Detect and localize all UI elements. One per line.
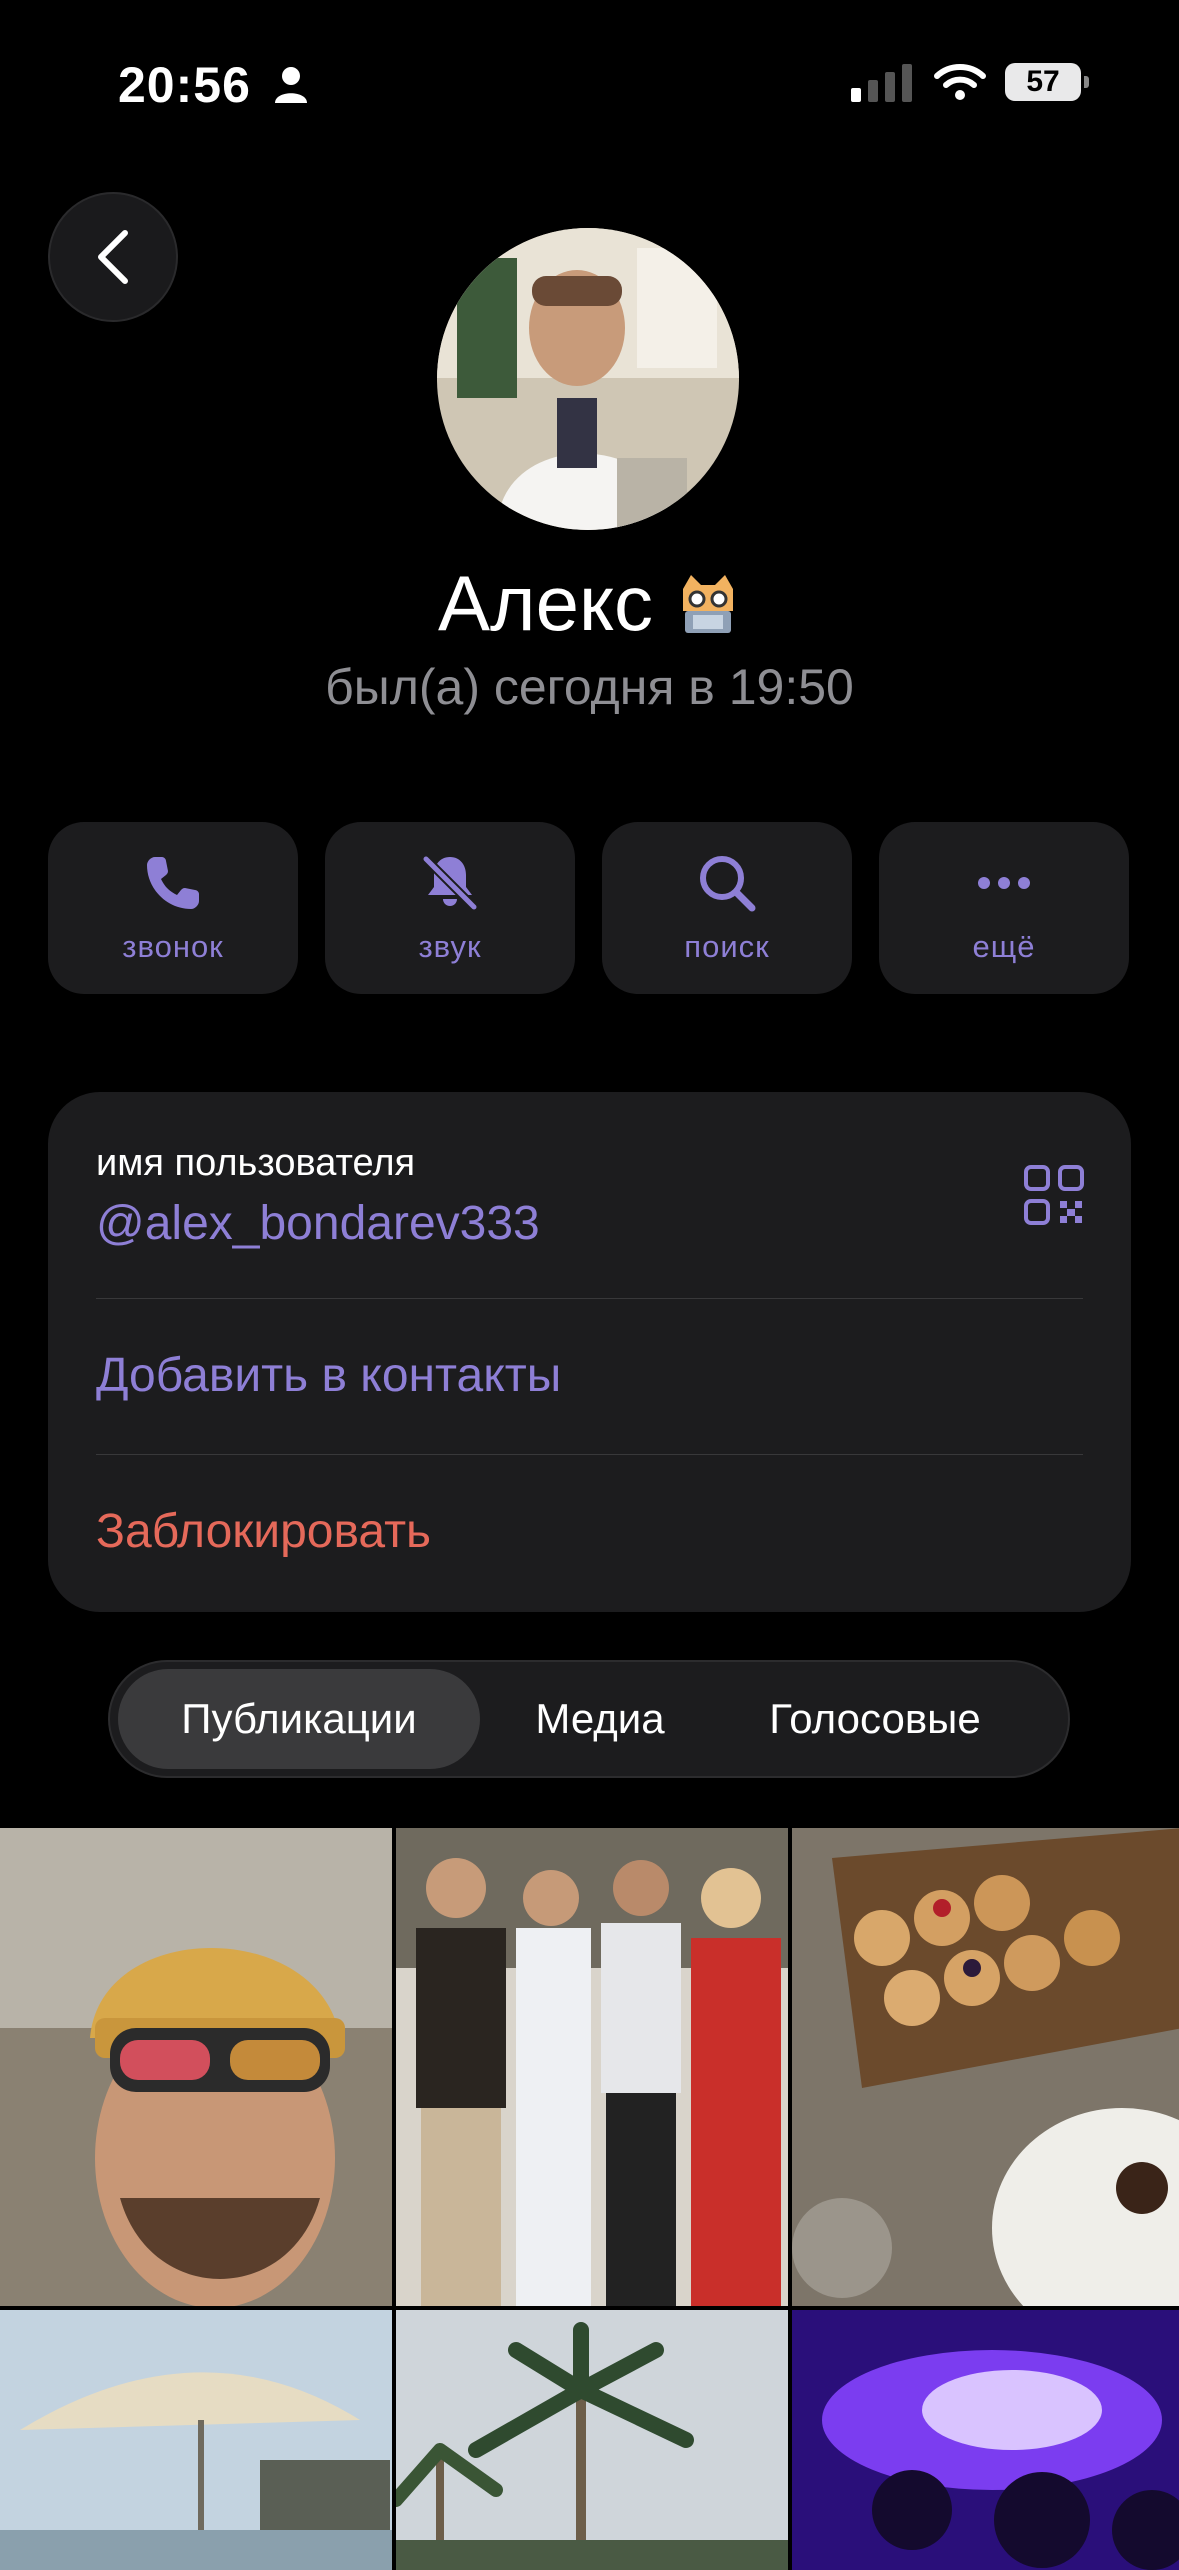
media-thumbnail[interactable]	[396, 1828, 788, 2306]
search-button[interactable]: поиск	[602, 822, 852, 994]
action-buttons: звонок звук поиск ещё	[48, 822, 1129, 994]
media-thumbnail[interactable]	[396, 2310, 788, 2570]
media-thumbnail[interactable]	[0, 2310, 392, 2570]
signal-icon	[851, 64, 912, 102]
avatar[interactable]	[437, 228, 739, 530]
call-label: звонок	[122, 929, 224, 964]
chevron-left-icon	[98, 230, 128, 284]
more-label: ещё	[972, 929, 1036, 964]
divider	[96, 1454, 1083, 1455]
username-link[interactable]: @alex_bondarev333	[96, 1196, 1083, 1251]
content-tabs: Публикации Медиа Голосовые	[108, 1660, 1070, 1778]
sound-button[interactable]: звук	[325, 822, 575, 994]
tab-media[interactable]: Медиа	[480, 1669, 720, 1769]
tab-voice[interactable]: Голосовые	[720, 1669, 1030, 1769]
profile-name: Алекс	[438, 559, 653, 647]
battery-level: 57	[1026, 65, 1060, 98]
profile-info-card: имя пользователя @alex_bondarev333 Добав…	[48, 1092, 1131, 1612]
media-grid	[0, 1828, 1179, 2570]
sound-label: звук	[418, 929, 482, 964]
search-label: поиск	[684, 929, 770, 964]
wifi-icon	[934, 64, 986, 100]
media-thumbnail[interactable]	[792, 1828, 1179, 2306]
tab-publications[interactable]: Публикации	[118, 1669, 480, 1769]
media-thumbnail[interactable]	[0, 1828, 392, 2306]
profile-name-row: Алекс	[0, 558, 1179, 649]
call-button[interactable]: звонок	[48, 822, 298, 994]
bell-muted-icon	[422, 855, 478, 911]
person-icon	[275, 67, 307, 103]
status-time: 20:56	[118, 57, 251, 113]
media-thumbnail[interactable]	[792, 2310, 1179, 2570]
search-icon	[700, 856, 756, 912]
cat-emoji-badge-icon[interactable]	[675, 571, 741, 637]
back-button[interactable]	[48, 192, 178, 322]
divider	[96, 1298, 1083, 1299]
more-icon	[978, 877, 1030, 889]
add-to-contacts-button[interactable]: Добавить в контакты	[96, 1348, 1083, 1403]
last-seen-status: был(а) сегодня в 19:50	[325, 659, 854, 715]
qr-code-icon[interactable]	[1023, 1164, 1085, 1226]
battery-indicator: 57	[1005, 63, 1089, 101]
username-caption: имя пользователя	[96, 1142, 416, 1184]
more-button[interactable]: ещё	[879, 822, 1129, 994]
status-indicators: 57	[851, 62, 1089, 102]
phone-icon	[147, 857, 199, 909]
block-user-button[interactable]: Заблокировать	[96, 1504, 1083, 1559]
